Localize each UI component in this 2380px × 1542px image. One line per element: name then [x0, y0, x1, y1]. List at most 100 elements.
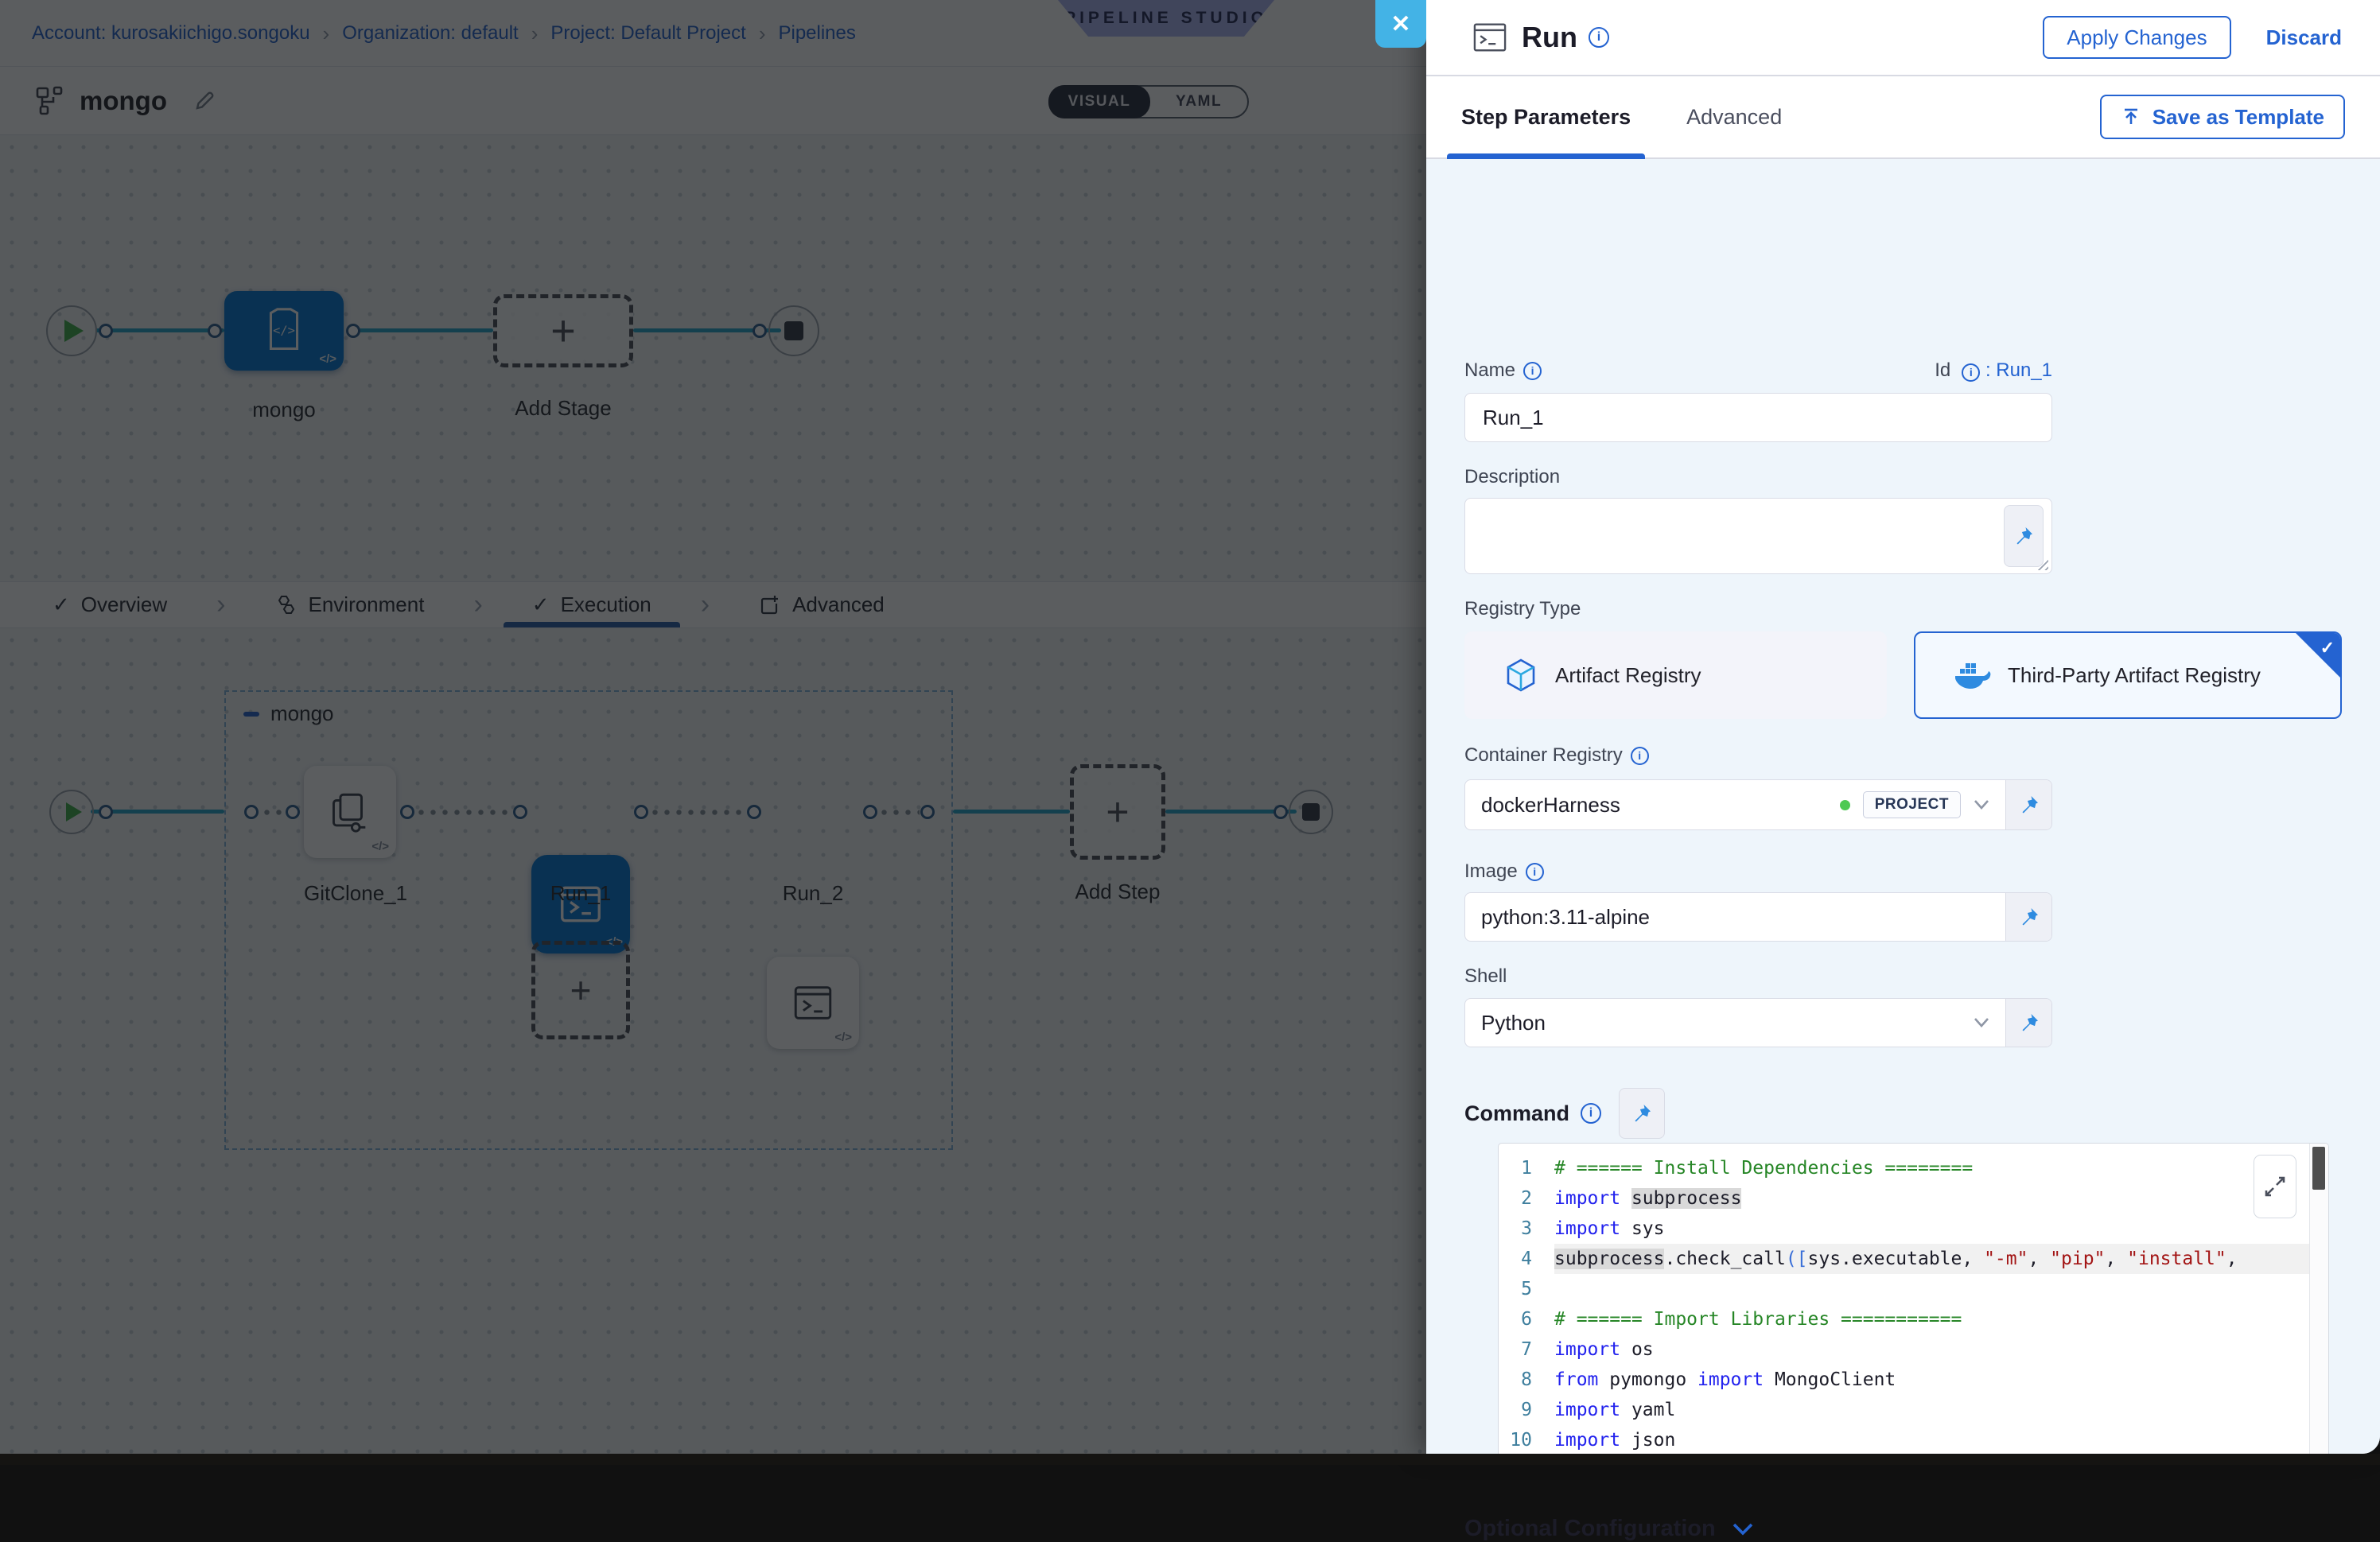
pin-runtime-input-button[interactable] [2005, 893, 2051, 941]
step-parameters-form: Namei Idi : Run_1 Description Registry T… [1426, 159, 2380, 1454]
pin-runtime-input-button[interactable] [2005, 780, 2051, 829]
selected-check-icon: ✓ [2320, 638, 2335, 658]
registry-option-artifact-registry[interactable]: Artifact Registry [1464, 631, 1887, 719]
upload-icon [2121, 107, 2141, 127]
apply-changes-button[interactable]: Apply Changes [2043, 16, 2230, 59]
optional-configuration-toggle[interactable]: Optional Configuration [1464, 1516, 1754, 1542]
image-value: python:3.11-alpine [1481, 905, 1650, 930]
artifact-registry-cube-icon [1503, 657, 1539, 693]
drawer-title: Run [1522, 21, 1577, 54]
code-line: 9import yaml [1499, 1395, 2328, 1425]
info-icon[interactable]: i [1589, 27, 1609, 48]
registry-option-third-party[interactable]: Third-Party Artifact Registry ✓ [1914, 631, 2342, 719]
code-line: 10import json [1499, 1425, 2328, 1455]
pin-runtime-input-button[interactable] [1619, 1088, 1665, 1139]
run-step-terminal-icon [1472, 21, 1507, 53]
code-text: # ====== Import Libraries =========== [1554, 1304, 1962, 1334]
shell-field-label: Shell [1464, 965, 1507, 988]
line-number: 3 [1499, 1214, 1554, 1244]
registry-option-label: Third-Party Artifact Registry [2008, 663, 2261, 688]
code-text: import yaml [1554, 1395, 1675, 1425]
line-number: 1 [1499, 1153, 1554, 1183]
chevron-down-icon[interactable] [1974, 1017, 1989, 1028]
line-number: 7 [1499, 1334, 1554, 1365]
tab-advanced-panel[interactable]: Advanced [1686, 76, 1782, 157]
code-text: import os [1554, 1334, 1654, 1365]
description-field-label: Description [1464, 466, 1560, 488]
line-number: 4 [1499, 1244, 1554, 1274]
registry-option-label: Artifact Registry [1555, 663, 1701, 688]
code-text: subprocess.check_call([sys.executable, "… [1554, 1244, 2238, 1274]
line-number: 2 [1499, 1183, 1554, 1214]
pushpin-icon [2018, 906, 2040, 928]
name-input[interactable] [1465, 406, 2051, 430]
id-label: Id [1935, 359, 1950, 381]
image-field-label: Imagei [1464, 860, 1544, 883]
pushpin-icon [2018, 1012, 2040, 1034]
code-line: 6# ====== Import Libraries =========== [1499, 1304, 2328, 1334]
connector-status-dot [1840, 800, 1850, 810]
code-line: 4subprocess.check_call([sys.executable, … [1499, 1244, 2328, 1274]
code-line: 8from pymongo import MongoClient [1499, 1365, 2328, 1395]
code-line: 2import subprocess [1499, 1183, 2328, 1214]
info-icon[interactable]: i [1631, 747, 1649, 765]
tab-step-parameters[interactable]: Step Parameters [1461, 76, 1631, 157]
chevron-down-icon [1732, 1522, 1754, 1536]
info-icon[interactable]: i [1962, 363, 1980, 382]
container-registry-field: dockerHarness PROJECT [1464, 779, 2052, 830]
code-text: from pymongo import MongoClient [1554, 1365, 1896, 1395]
drawer-tabs: Step Parameters Advanced Save as Templat… [1426, 76, 2380, 159]
command-label-row: Commandi [1464, 1088, 1665, 1139]
save-as-template-button[interactable]: Save as Template [2100, 95, 2345, 139]
line-number: 6 [1499, 1304, 1554, 1334]
info-icon[interactable]: i [1581, 1103, 1601, 1124]
code-text: import json [1554, 1425, 1675, 1455]
pin-runtime-input-button[interactable] [2004, 505, 2044, 567]
close-drawer-button[interactable]: ✕ [1375, 0, 1426, 48]
code-text: import subprocess [1554, 1183, 1741, 1214]
code-text: import sys [1554, 1214, 1664, 1244]
command-field-label: Commandi [1464, 1101, 1601, 1126]
code-line: 7import os [1499, 1334, 2328, 1365]
name-input-wrap [1464, 393, 2052, 442]
command-code-editor[interactable]: 1# ====== Install Dependencies ========2… [1498, 1143, 2329, 1464]
image-input[interactable]: python:3.11-alpine [1465, 893, 2005, 941]
drawer-dim-overlay[interactable] [0, 0, 1426, 1454]
expand-icon [2263, 1175, 2287, 1198]
editor-scrollbar-thumb[interactable] [2312, 1147, 2325, 1190]
step-config-drawer: Run i Apply Changes Discard Step Paramet… [1426, 0, 2380, 1454]
registry-type-label: Registry Type [1464, 598, 1581, 620]
line-number: 9 [1499, 1395, 1554, 1425]
discard-button[interactable]: Discard [2266, 25, 2342, 50]
line-number: 10 [1499, 1425, 1554, 1455]
expand-editor-button[interactable] [2254, 1155, 2296, 1218]
code-lines-container: 1# ====== Install Dependencies ========2… [1499, 1144, 2328, 1455]
docker-whale-icon [1954, 659, 1992, 691]
container-registry-label: Container Registryi [1464, 744, 1649, 767]
shell-field: Python [1464, 998, 2052, 1047]
shell-select[interactable]: Python [1465, 999, 2005, 1047]
code-text: # ====== Install Dependencies ======== [1554, 1153, 1973, 1183]
shell-value: Python [1481, 1011, 1546, 1035]
editor-scrollbar[interactable] [2309, 1144, 2328, 1463]
chevron-down-icon[interactable] [1974, 799, 1989, 810]
line-number: 5 [1499, 1274, 1554, 1304]
drawer-header: Run i Apply Changes Discard [1426, 0, 2380, 76]
pushpin-icon [2018, 794, 2040, 816]
pushpin-icon [2012, 525, 2035, 547]
description-textarea[interactable] [1464, 498, 2052, 574]
save-as-template-label: Save as Template [2152, 105, 2324, 130]
desktop-bottom-strip [0, 1454, 2380, 1465]
container-registry-value: dockerHarness [1481, 793, 1620, 818]
pin-runtime-input-button[interactable] [2005, 999, 2051, 1047]
pipeline-studio-left-pane: Account: kurosakiichigo.songoku › Organi… [0, 0, 1426, 1454]
step-id-row: Idi : Run_1 [1464, 359, 2052, 382]
id-value[interactable]: : Run_1 [1985, 359, 2052, 381]
code-line: 1# ====== Install Dependencies ======== [1499, 1153, 2328, 1183]
info-icon[interactable]: i [1526, 863, 1544, 881]
optional-configuration-label: Optional Configuration [1464, 1516, 1716, 1542]
scope-badge: PROJECT [1863, 791, 1961, 818]
code-line: 5 [1499, 1274, 2328, 1304]
container-registry-select[interactable]: dockerHarness PROJECT [1465, 780, 2005, 829]
image-field: python:3.11-alpine [1464, 892, 2052, 942]
